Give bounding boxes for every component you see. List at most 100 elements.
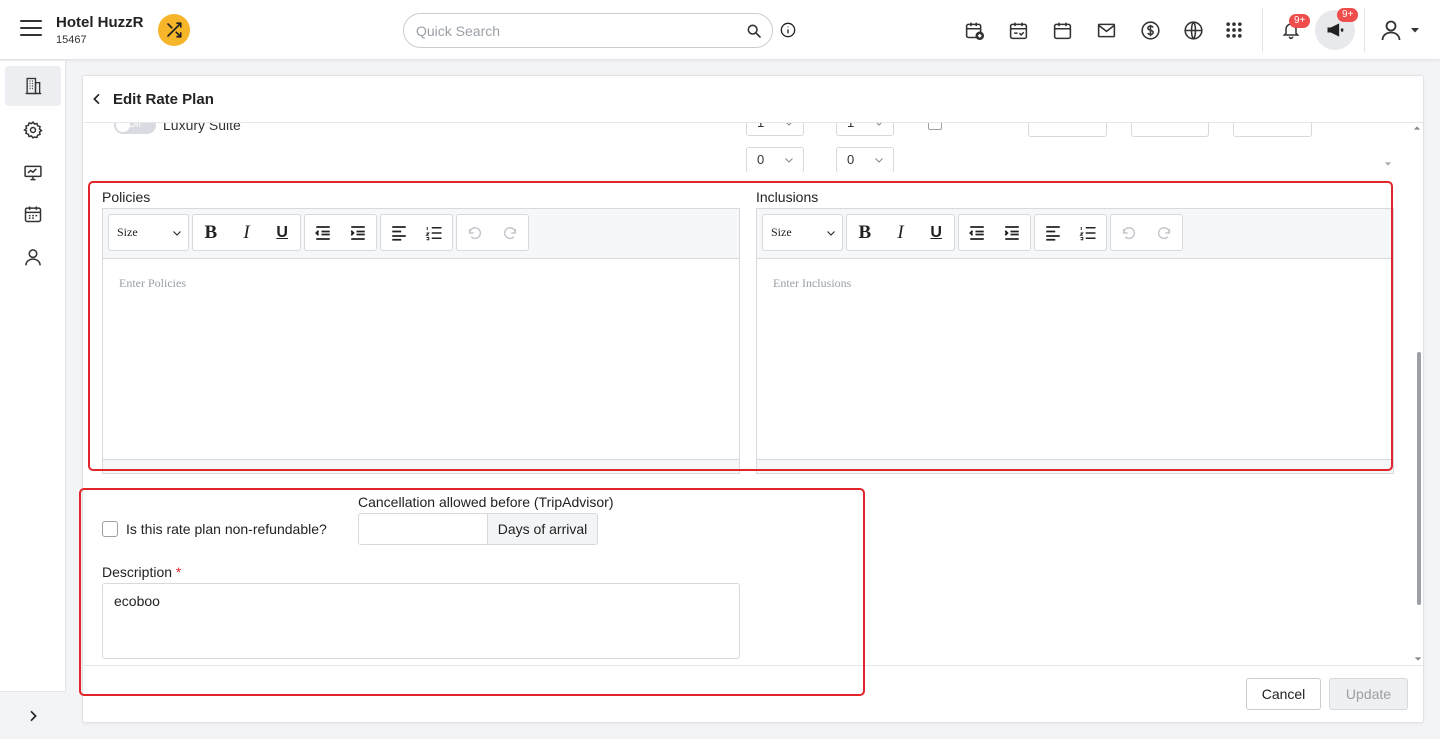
- gear-icon: [23, 120, 43, 139]
- sidebar-expand-button[interactable]: [0, 691, 66, 739]
- user-menu[interactable]: [1378, 19, 1422, 41]
- font-size-select[interactable]: Size: [762, 214, 843, 251]
- sidebar-item-monitor[interactable]: [5, 153, 61, 193]
- page-title: Edit Rate Plan: [113, 91, 214, 108]
- update-button[interactable]: Update: [1329, 678, 1408, 710]
- search-field: [403, 13, 773, 48]
- monitor-icon: [24, 165, 42, 181]
- non-refundable-checkbox[interactable]: [102, 521, 118, 537]
- shuffle-icon[interactable]: [158, 14, 190, 46]
- dollar-icon[interactable]: [1139, 19, 1161, 41]
- policies-toolbar: Size B I U: [103, 209, 739, 259]
- apps-grid-icon[interactable]: [1223, 19, 1245, 41]
- scroll-bottom-arrow-icon[interactable]: [1414, 655, 1422, 663]
- info-icon[interactable]: [780, 22, 796, 38]
- inclusions-editor: Size B I U Enter Inclusions: [756, 208, 1394, 474]
- calendar-check-icon[interactable]: [1007, 19, 1029, 41]
- card-header: Edit Rate Plan: [83, 76, 1423, 123]
- cancellation-label: Cancellation allowed before (TripAdvisor…: [358, 494, 614, 510]
- toggle-label: Off: [128, 122, 142, 130]
- announcement-badge: 9+: [1337, 8, 1359, 22]
- description-label-text: Description: [102, 564, 173, 580]
- hotel-name: Hotel HuzzR: [56, 14, 144, 31]
- room-checkbox[interactable]: [928, 122, 942, 130]
- room-row: Off Luxury Suite 1 1 0 0: [82, 122, 1412, 172]
- editor-status-bar: [757, 459, 1393, 473]
- bold-icon[interactable]: B: [193, 215, 229, 250]
- calendar-icon[interactable]: [1051, 19, 1073, 41]
- room-select-2[interactable]: 1: [836, 122, 894, 136]
- indent-group: [958, 214, 1031, 251]
- select-value: 0: [757, 152, 765, 167]
- mail-icon[interactable]: [1095, 19, 1117, 41]
- history-group: [456, 214, 529, 251]
- inclusions-toolbar: Size B I U: [757, 209, 1393, 259]
- person-icon: [25, 249, 41, 266]
- size-label: Size: [771, 225, 792, 239]
- numbered-list-icon[interactable]: [417, 215, 453, 250]
- room-toggle[interactable]: Off: [114, 122, 156, 134]
- sidebar-item-property[interactable]: [5, 66, 61, 106]
- editor-status-bar: [103, 459, 739, 473]
- room-select-4[interactable]: 0: [836, 147, 894, 172]
- globe-icon[interactable]: [1182, 19, 1204, 41]
- outdent-icon[interactable]: [305, 215, 341, 250]
- chevron-right-icon: [30, 710, 37, 721]
- room-input-2[interactable]: [1131, 122, 1209, 137]
- scroll-down-arrow-icon[interactable]: [1384, 160, 1392, 168]
- align-left-icon[interactable]: [1035, 215, 1071, 250]
- select-value: 1: [757, 122, 765, 130]
- numbered-list-icon[interactable]: [1071, 215, 1107, 250]
- sidebar: [0, 61, 66, 739]
- underline-icon[interactable]: U: [264, 215, 300, 250]
- indent-icon[interactable]: [341, 215, 377, 250]
- redo-icon[interactable]: [1147, 215, 1183, 250]
- room-name: Luxury Suite: [163, 122, 241, 133]
- back-arrow-icon[interactable]: [89, 91, 105, 107]
- font-size-select[interactable]: Size: [108, 214, 189, 251]
- menu-icon[interactable]: [20, 20, 42, 40]
- calendar-add-icon[interactable]: [963, 19, 985, 41]
- policies-placeholder[interactable]: Enter Policies: [119, 276, 186, 291]
- top-bar: Hotel HuzzR 15467 9+ 9+: [0, 0, 1440, 60]
- bold-icon[interactable]: B: [847, 215, 883, 250]
- scrollbar-thumb[interactable]: [1417, 352, 1421, 605]
- notification-badge: 9+: [1289, 14, 1311, 28]
- history-group: [1110, 214, 1183, 251]
- italic-icon[interactable]: I: [883, 215, 919, 250]
- select-value: 1: [847, 122, 855, 130]
- cancellation-days-input[interactable]: [358, 513, 488, 545]
- divider: [1364, 8, 1365, 52]
- scroll-up-arrow-icon[interactable]: [1413, 124, 1421, 132]
- cancel-button[interactable]: Cancel: [1246, 678, 1321, 710]
- description-textarea[interactable]: ecoboo: [102, 583, 740, 659]
- indent-icon[interactable]: [995, 215, 1031, 250]
- search-icon[interactable]: [746, 23, 762, 39]
- search-input[interactable]: [416, 21, 736, 41]
- undo-icon[interactable]: [1111, 215, 1147, 250]
- room-input-1[interactable]: [1028, 122, 1107, 137]
- outdent-icon[interactable]: [959, 215, 995, 250]
- indent-group: [304, 214, 377, 251]
- list-group: [380, 214, 453, 251]
- underline-icon[interactable]: U: [918, 215, 954, 250]
- chevron-down-icon: [875, 122, 883, 126]
- room-input-3[interactable]: [1233, 122, 1312, 137]
- chevron-down-icon: [875, 158, 883, 163]
- inclusions-placeholder[interactable]: Enter Inclusions: [773, 276, 851, 291]
- redo-icon[interactable]: [493, 215, 529, 250]
- user-icon: [1381, 20, 1401, 41]
- room-select-3[interactable]: 0: [746, 147, 804, 172]
- align-left-icon[interactable]: [381, 215, 417, 250]
- undo-icon[interactable]: [457, 215, 493, 250]
- italic-icon[interactable]: I: [229, 215, 265, 250]
- policies-label: Policies: [102, 189, 151, 205]
- chevron-down-icon: [827, 231, 835, 236]
- required-mark: *: [175, 564, 182, 580]
- sidebar-item-settings[interactable]: [5, 110, 61, 150]
- sidebar-item-users[interactable]: [5, 237, 61, 277]
- select-value: 0: [847, 152, 855, 167]
- sidebar-item-calendar[interactable]: [5, 194, 61, 234]
- room-select-1[interactable]: 1: [746, 122, 804, 136]
- list-group: [1034, 214, 1107, 251]
